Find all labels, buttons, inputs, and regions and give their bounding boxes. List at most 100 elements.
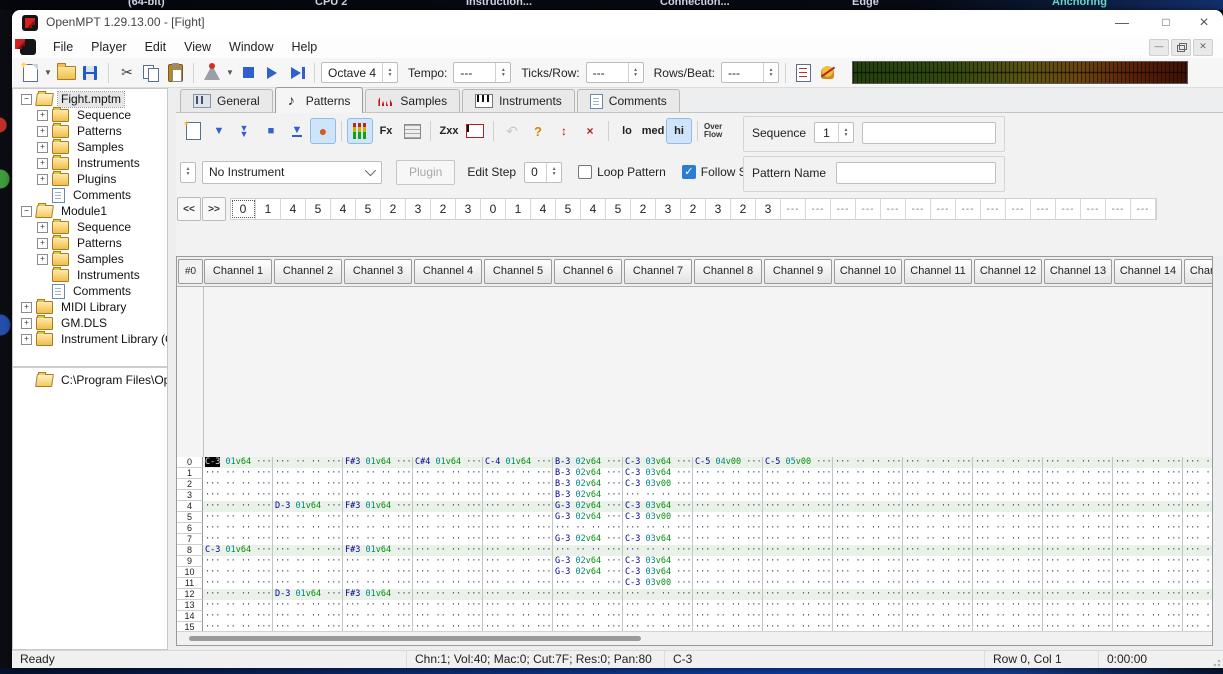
pattern-cell[interactable]: G-3 02v64 ··· — [553, 556, 623, 567]
pattern-cell[interactable]: ··· ·· ·· ··· — [273, 611, 343, 622]
pattern-cell[interactable]: B-3 02v64 ··· — [553, 457, 623, 468]
pattern-cell[interactable]: ··· ·· ·· ··· — [343, 523, 413, 534]
expand-plus-icon[interactable]: + — [37, 222, 48, 233]
pattern-cell[interactable]: ··· ·· ·· ··· — [483, 578, 553, 589]
pattern-cell[interactable]: ··· ·· ·· ··· — [1183, 468, 1213, 479]
order-cell[interactable]: 2 — [381, 199, 406, 219]
channel-header-15[interactable]: Channel 15 — [1184, 259, 1213, 284]
pattern-cell[interactable]: ··· ·· ·· ··· — [693, 490, 763, 501]
pattern-cell[interactable]: C-3 03v00 ··· — [623, 479, 693, 490]
pattern-cell[interactable]: ··· ·· ·· ··· — [413, 512, 483, 523]
pattern-cell[interactable]: ··· ·· ·· ··· — [1183, 490, 1213, 501]
play-from-start-button[interactable] — [284, 61, 308, 85]
pattern-cell[interactable]: ··· ·· ·· ··· — [833, 512, 903, 523]
pattern-cell[interactable]: ··· ·· ·· ··· — [413, 578, 483, 589]
pattern-cell[interactable]: ··· ·· ·· ··· — [483, 468, 553, 479]
tree-item-samples[interactable]: +Samples — [13, 139, 167, 155]
pattern-cell[interactable]: ··· ·· ·· ··· — [1043, 479, 1113, 490]
pattern-cell[interactable]: ··· ·· ·· ··· — [973, 512, 1043, 523]
pattern-cell[interactable]: ··· ·· ·· ··· — [203, 611, 273, 622]
stop-pattern-button[interactable]: ■ — [258, 118, 284, 144]
pattern-cell[interactable]: ··· ·· ·· ··· — [273, 534, 343, 545]
zxx-macros-button[interactable]: Zxx — [436, 118, 462, 144]
expand-plus-icon[interactable]: + — [21, 318, 32, 329]
pattern-cell[interactable]: ··· ·· ·· ··· — [343, 578, 413, 589]
order-cell[interactable]: 2 — [431, 199, 456, 219]
pattern-cell[interactable]: ··· ·· ·· ··· — [903, 457, 973, 468]
pattern-cell[interactable]: ··· ·· ·· ··· — [413, 589, 483, 600]
tempo-spinner[interactable]: ---▲▼ — [453, 62, 511, 83]
pattern-cell[interactable]: ··· ·· ·· ··· — [763, 567, 833, 578]
rows-spin-arrows[interactable]: ▲▼ — [763, 63, 778, 82]
maximize-button[interactable]: □ — [1151, 13, 1181, 33]
pattern-cell[interactable]: C-3 03v00 ··· — [623, 512, 693, 523]
pattern-cell[interactable]: ··· ·· ·· ··· — [623, 490, 693, 501]
pattern-cell[interactable]: ··· ·· ·· ··· — [1183, 578, 1213, 589]
pattern-cell[interactable]: ··· ·· ·· ··· — [763, 501, 833, 512]
paste-button[interactable] — [163, 61, 187, 85]
pattern-cell[interactable]: ··· ·· ·· ··· — [1183, 567, 1213, 578]
order-cell[interactable]: --- — [1006, 199, 1031, 219]
pattern-cell[interactable]: ··· ·· ·· ··· — [203, 600, 273, 611]
scrollbar-thumb[interactable] — [189, 636, 641, 641]
channel-header-5[interactable]: Channel 5 — [484, 259, 552, 284]
order-cell[interactable]: --- — [806, 199, 831, 219]
order-cell[interactable]: 3 — [756, 199, 781, 219]
channel-header-14[interactable]: Channel 14 — [1114, 259, 1182, 284]
pattern-cell[interactable]: ··· ·· ·· ··· — [973, 534, 1043, 545]
pattern-cell[interactable]: ··· ·· ·· ··· — [483, 545, 553, 556]
mdi-restore-icon[interactable] — [1171, 39, 1191, 56]
resize-grip[interactable] — [1213, 659, 1221, 667]
pattern-cell[interactable]: ··· ·· ·· ··· — [1113, 490, 1183, 501]
pattern-cell[interactable]: ··· ·· ·· ··· — [273, 490, 343, 501]
pattern-cell[interactable]: ··· ·· ·· ··· — [483, 501, 553, 512]
new-file-button[interactable] — [18, 61, 42, 85]
pattern-cell[interactable]: ··· ·· ·· ··· — [903, 468, 973, 479]
tab-general[interactable]: General — [180, 89, 273, 112]
pattern-cell[interactable]: ··· ·· ·· ··· — [1183, 523, 1213, 534]
pattern-cell[interactable]: ··· ·· ·· ··· — [1043, 600, 1113, 611]
pattern-cell[interactable]: ··· ·· ·· ··· — [1043, 468, 1113, 479]
pattern-cell[interactable]: C-4 01v64 ··· — [483, 457, 553, 468]
loop-pattern-checkbox[interactable]: Loop Pattern — [578, 165, 666, 179]
horizontal-scrollbar[interactable] — [177, 631, 1212, 646]
pattern-cell[interactable]: B-3 02v64 ··· — [553, 490, 623, 501]
pattern-cell[interactable]: ··· ·· ·· ··· — [553, 578, 623, 589]
close-button[interactable]: × — [1189, 13, 1219, 33]
expand-plus-icon[interactable]: + — [37, 158, 48, 169]
pattern-cell[interactable]: ··· ·· ·· ··· — [903, 567, 973, 578]
pattern-cell[interactable]: ··· ·· ·· ··· — [273, 600, 343, 611]
pattern-cell[interactable]: ··· ·· ·· ··· — [203, 468, 273, 479]
pattern-cell[interactable]: ··· ·· ·· ··· — [973, 523, 1043, 534]
pattern-cell[interactable]: ··· ·· ·· ··· — [973, 457, 1043, 468]
tree-item-c-program-files-openmpt[interactable]: +C:\Program Files\OpenMPT — [13, 372, 168, 388]
order-cell[interactable]: --- — [831, 199, 856, 219]
pattern-cell[interactable]: ··· ·· ·· ··· — [623, 589, 693, 600]
pattern-cell[interactable]: ··· ·· ·· ··· — [483, 556, 553, 567]
tab-samples[interactable]: Samples — [365, 89, 460, 112]
shrink-pattern-button[interactable]: × — [577, 118, 603, 144]
pattern-cell[interactable]: ··· ·· ·· ··· — [623, 523, 693, 534]
save-file-button[interactable] — [78, 61, 102, 85]
tree-item-patterns[interactable]: +Patterns — [13, 123, 167, 139]
order-next-button[interactable]: >> — [202, 197, 226, 221]
pattern-cell[interactable]: ··· ·· ·· ··· — [413, 534, 483, 545]
pattern-cell[interactable]: F#3 01v64 ··· — [343, 457, 413, 468]
order-cell[interactable]: 3 — [456, 199, 481, 219]
pattern-cell[interactable]: ··· ·· ·· ··· — [833, 534, 903, 545]
pattern-cell[interactable]: ··· ·· ·· ··· — [1183, 479, 1213, 490]
pattern-cell[interactable]: ··· ·· ·· ··· — [973, 479, 1043, 490]
pattern-cell[interactable]: C-3 01v64 ··· — [203, 545, 273, 556]
pattern-cell[interactable]: ··· ·· ·· ··· — [413, 600, 483, 611]
mute-button[interactable] — [816, 61, 840, 85]
pattern-cell[interactable]: ··· ·· ·· ··· — [903, 501, 973, 512]
order-cell[interactable]: --- — [1106, 199, 1131, 219]
pattern-cell[interactable]: C-3 03v64 ··· — [623, 534, 693, 545]
pattern-cell[interactable]: ··· ·· ·· ··· — [1043, 490, 1113, 501]
tab-comments[interactable]: Comments — [577, 89, 680, 112]
mdi-close-icon[interactable]: ✕ — [1193, 39, 1213, 56]
instrument-spinner[interactable]: ▲▼ — [180, 162, 196, 183]
pattern-cell[interactable]: C-3 03v64 ··· — [623, 567, 693, 578]
pattern-cell[interactable]: ··· ·· ·· ··· — [973, 468, 1043, 479]
pattern-cell[interactable]: ··· ·· ·· ··· — [1113, 589, 1183, 600]
